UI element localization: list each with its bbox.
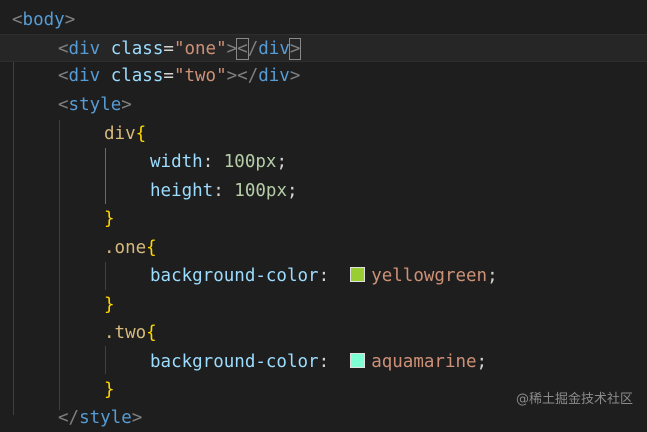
watermark: @稀土掘金技术社区: [515, 392, 633, 407]
css-property: background-color: [150, 352, 319, 372]
indent-guide: [105, 262, 106, 290]
tag-name: div: [68, 39, 101, 59]
code-line[interactable]: <body>: [12, 6, 647, 34]
css-value: 100px: [223, 152, 277, 172]
code-line[interactable]: background-color: aquamarine;: [150, 348, 647, 376]
tag-name: div: [68, 66, 101, 86]
code-line[interactable]: height: 100px;: [150, 177, 647, 205]
code-line[interactable]: .two{: [104, 319, 647, 347]
css-property: width: [150, 152, 203, 172]
attr-value: "one": [173, 39, 227, 59]
css-selector: div: [104, 124, 136, 144]
tag-name: body: [22, 10, 65, 30]
code-line[interactable]: <style>: [58, 91, 647, 119]
css-value: aquamarine: [371, 352, 477, 372]
attr-name: class: [110, 66, 164, 86]
code-editor[interactable]: <body> <div class="one"></div> <div clas…: [0, 0, 647, 428]
code-line[interactable]: background-color: yellowgreen;: [150, 262, 647, 290]
css-property: height: [150, 181, 214, 201]
code-line[interactable]: width: 100px;: [150, 148, 647, 176]
code-line[interactable]: <div class="two"></div>: [58, 62, 647, 90]
code-line[interactable]: </style>: [58, 404, 647, 432]
css-selector: .two: [104, 323, 147, 343]
indent-guide: [105, 148, 106, 204]
css-value: yellowgreen: [371, 266, 488, 286]
code-line-active[interactable]: <div class="one"></div>: [0, 34, 647, 62]
css-value: 100px: [234, 181, 287, 201]
tag-name: div: [258, 66, 290, 86]
indent-guide: [59, 120, 60, 410]
code-line[interactable]: .one{: [104, 234, 647, 262]
indent-guide: [105, 346, 106, 374]
code-line[interactable]: }: [104, 205, 647, 233]
attr-name: class: [110, 39, 164, 59]
code-line[interactable]: }: [104, 291, 647, 319]
css-selector: .one: [104, 238, 147, 258]
color-swatch[interactable]: [350, 267, 366, 282]
attr-value: "two": [173, 66, 227, 86]
color-swatch[interactable]: [350, 353, 366, 368]
css-property: background-color: [150, 266, 319, 286]
code-line[interactable]: div{: [104, 120, 647, 148]
indent-guide: [13, 34, 14, 415]
tag-name: style: [79, 408, 132, 428]
tag-name: div: [258, 39, 290, 59]
tag-name: style: [68, 95, 122, 115]
